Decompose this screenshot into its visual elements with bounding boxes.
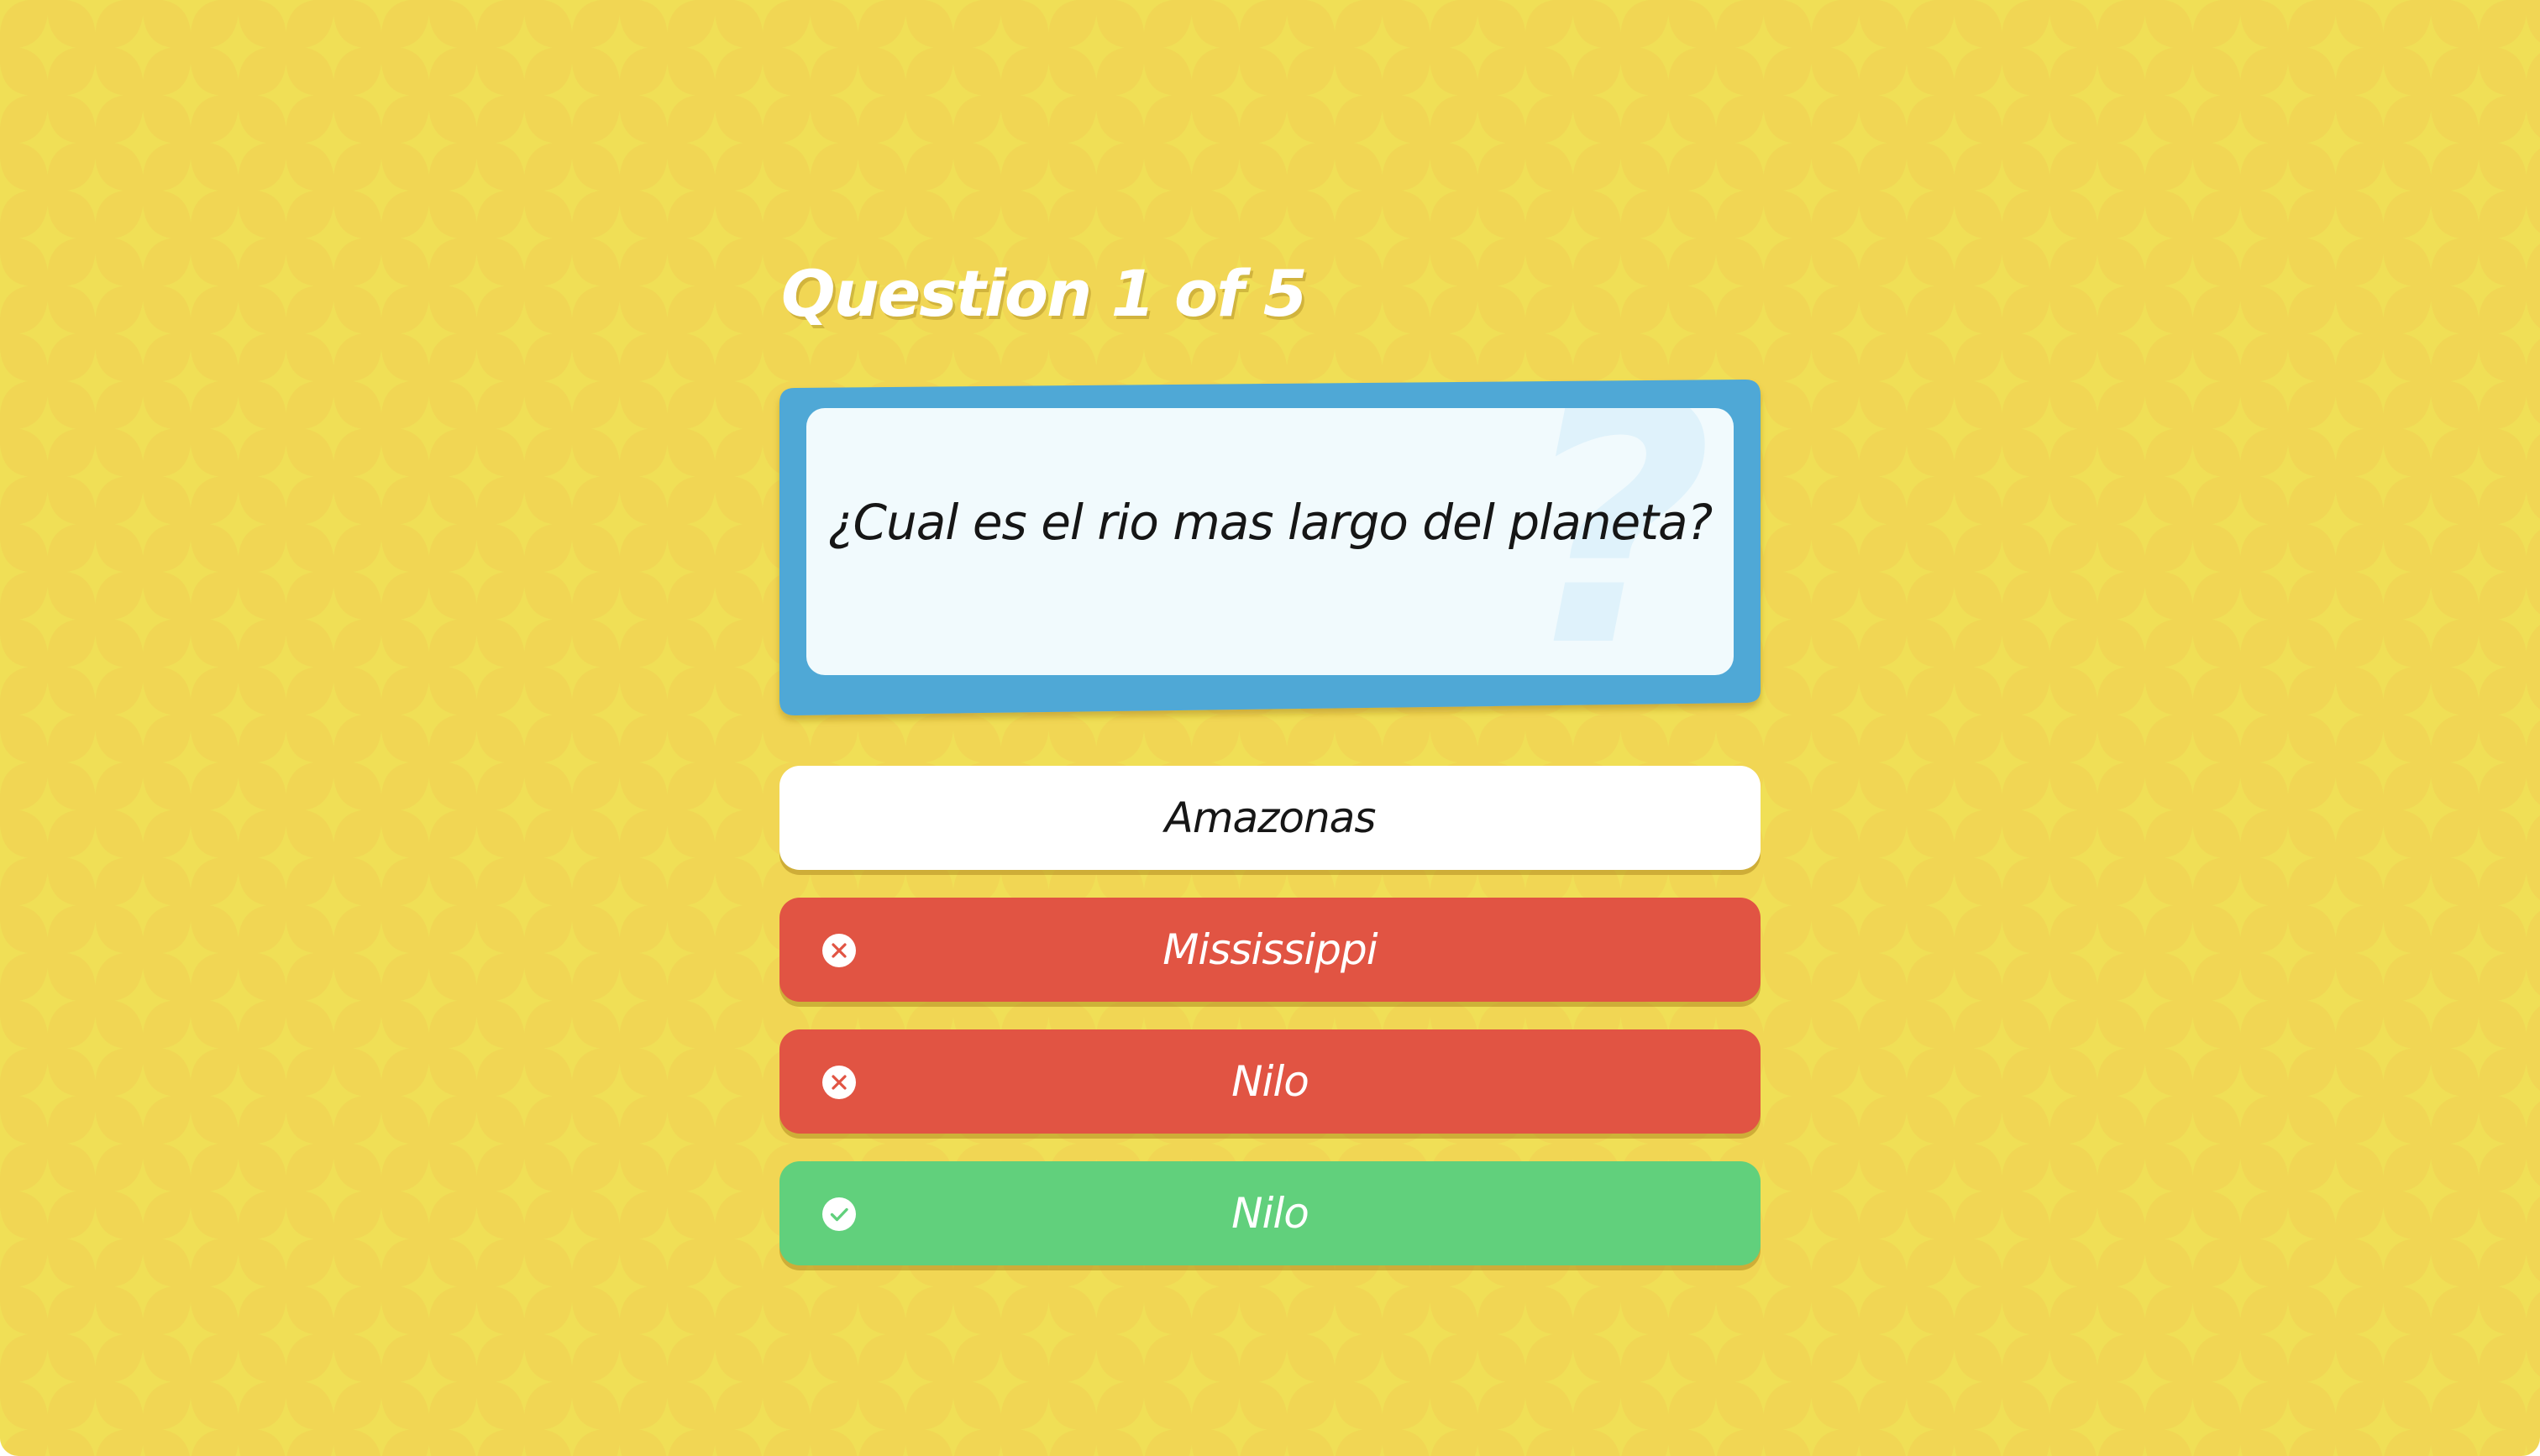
close-circle-icon [822, 934, 856, 967]
answer-label: Amazonas [1164, 793, 1377, 842]
question-card-face: ? ¿Cual es el rio mas largo del planeta? [806, 408, 1734, 675]
answer-label: Mississippi [1162, 925, 1378, 974]
answer-label: Nilo [1231, 1189, 1309, 1238]
quiz-page: Question 1 of 5 ? ¿Cual es el rio mas la… [0, 0, 2540, 1456]
answer-option-1[interactable]: Amazonas [779, 766, 1761, 870]
answer-option-2[interactable]: Mississippi [779, 898, 1761, 1002]
answer-option-3[interactable]: Nilo [779, 1029, 1761, 1134]
answer-label: Nilo [1231, 1057, 1309, 1106]
close-circle-icon [822, 1066, 856, 1099]
question-text: ¿Cual es el rio mas largo del planeta? [827, 494, 1713, 551]
question-card: ? ¿Cual es el rio mas largo del planeta? [779, 380, 1761, 715]
answer-option-4[interactable]: Nilo [779, 1161, 1761, 1265]
check-circle-icon [822, 1197, 856, 1231]
question-counter: Question 1 of 5 [781, 256, 1308, 331]
